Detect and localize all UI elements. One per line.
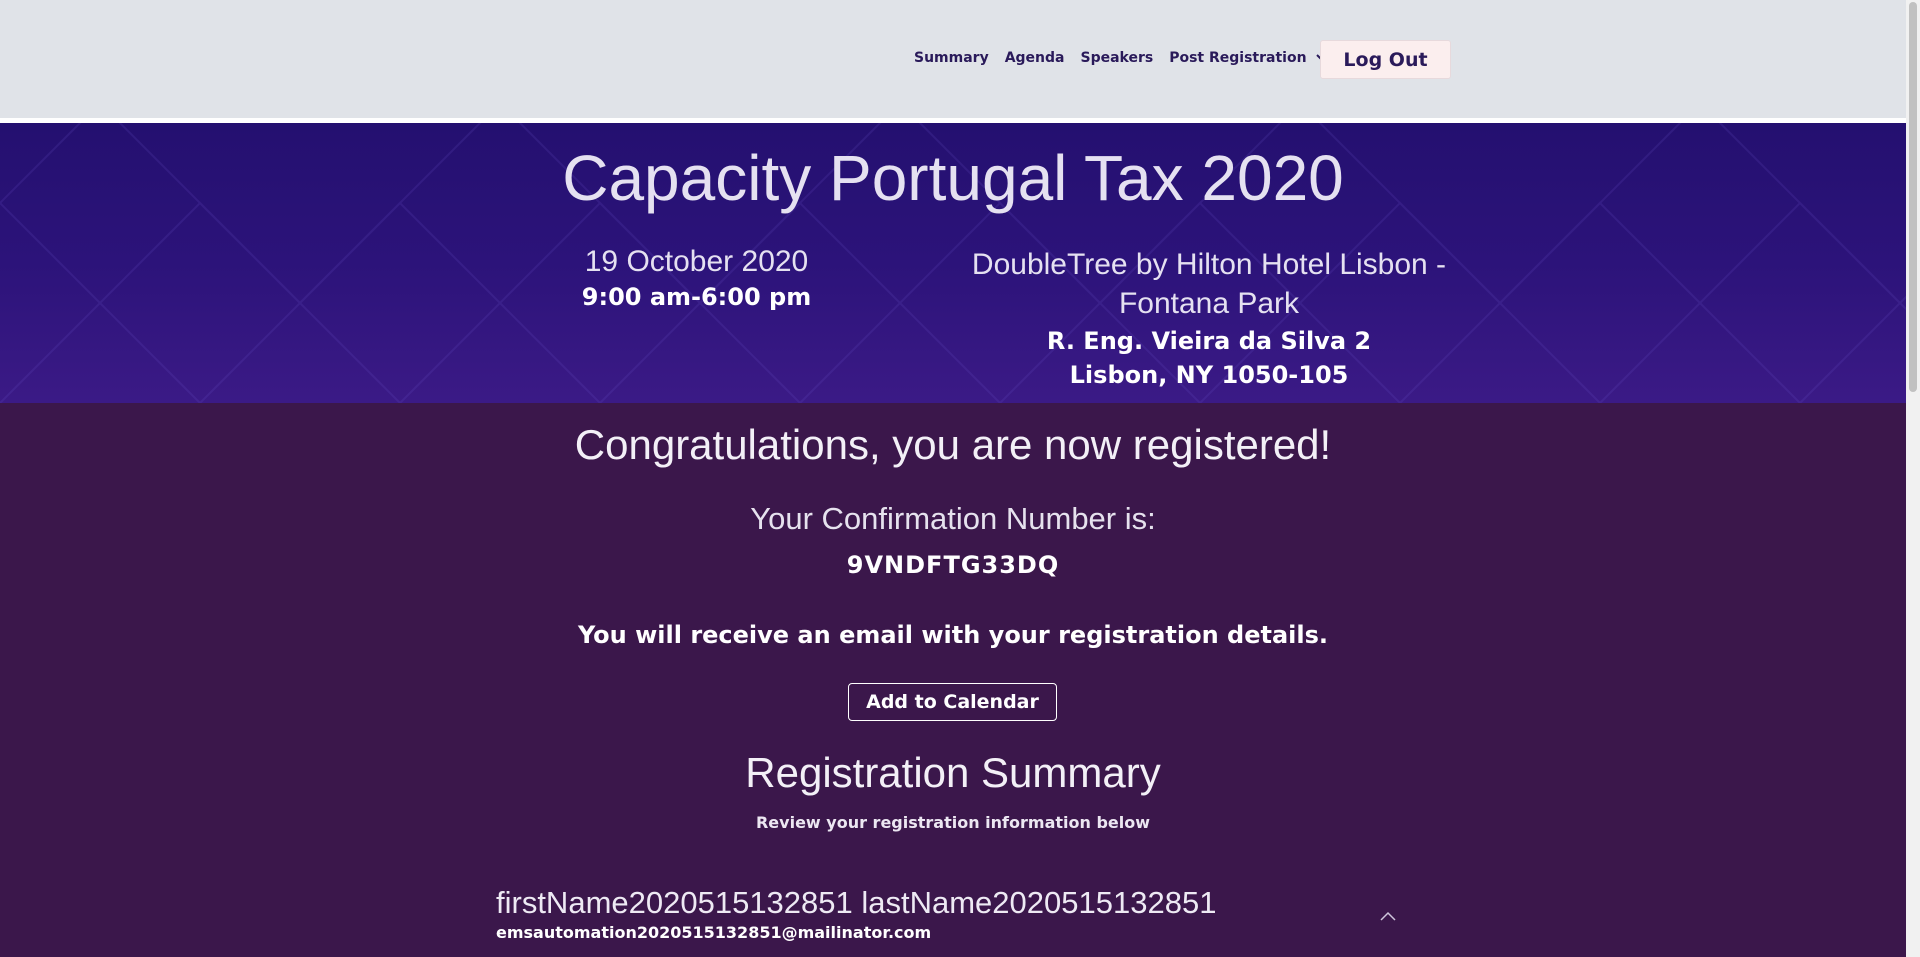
- scroll-to-top-icon[interactable]: [1378, 909, 1398, 923]
- logout-button[interactable]: Log Out: [1320, 40, 1451, 79]
- attendee-name: firstName2020515132851 lastName202051513…: [496, 885, 1217, 920]
- event-date: 19 October 2020: [584, 245, 809, 278]
- confirmation-number: 9VNDFTG33DQ: [846, 551, 1060, 579]
- venue-name-line-2: Fontana Park: [1118, 287, 1300, 320]
- registration-summary-title: Registration Summary: [745, 749, 1161, 796]
- confirmation-section: Congratulations, you are now registered!…: [0, 403, 1906, 957]
- add-to-calendar-button[interactable]: Add to Calendar: [848, 683, 1057, 721]
- nav-item-post-registration[interactable]: Post Registration: [1169, 50, 1333, 66]
- top-navigation-bar: Summary Agenda Speakers Post Registratio…: [0, 0, 1906, 123]
- event-venue-block: DoubleTree by Hilton Hotel Lisbon - Font…: [960, 245, 1458, 391]
- confirmation-number-label: Your Confirmation Number is:: [750, 501, 1156, 536]
- nav-item-speakers[interactable]: Speakers: [1081, 50, 1154, 66]
- nav-item-agenda[interactable]: Agenda: [1005, 50, 1065, 66]
- registration-summary-subtitle: Review your registration information bel…: [755, 813, 1151, 832]
- event-time: 9:00 am-6:00 pm: [581, 283, 812, 311]
- event-date-block: 19 October 2020 9:00 am-6:00 pm: [560, 245, 833, 311]
- main-nav: Summary Agenda Speakers Post Registratio…: [914, 50, 1349, 66]
- venue-address-line-2: Lisbon, NY 1050-105: [1069, 361, 1349, 389]
- page-scrollbar[interactable]: [1906, 0, 1920, 957]
- event-title: Capacity Portugal Tax 2020: [562, 142, 1344, 214]
- attendee-email: emsautomation2020515132851@mailinator.co…: [496, 923, 932, 942]
- nav-item-summary[interactable]: Summary: [914, 50, 989, 66]
- venue-address-line-1: R. Eng. Vieira da Silva 2: [1046, 327, 1372, 355]
- venue-name-line-1: DoubleTree by Hilton Hotel Lisbon -: [971, 248, 1447, 281]
- email-notice: You will receive an email with your regi…: [578, 621, 1328, 649]
- registration-success-heading: Congratulations, you are now registered!: [574, 421, 1332, 468]
- scrollbar-thumb[interactable]: [1909, 2, 1917, 392]
- event-header-banner: Capacity Portugal Tax 2020 19 October 20…: [0, 123, 1906, 403]
- nav-item-post-registration-label: Post Registration: [1169, 50, 1307, 66]
